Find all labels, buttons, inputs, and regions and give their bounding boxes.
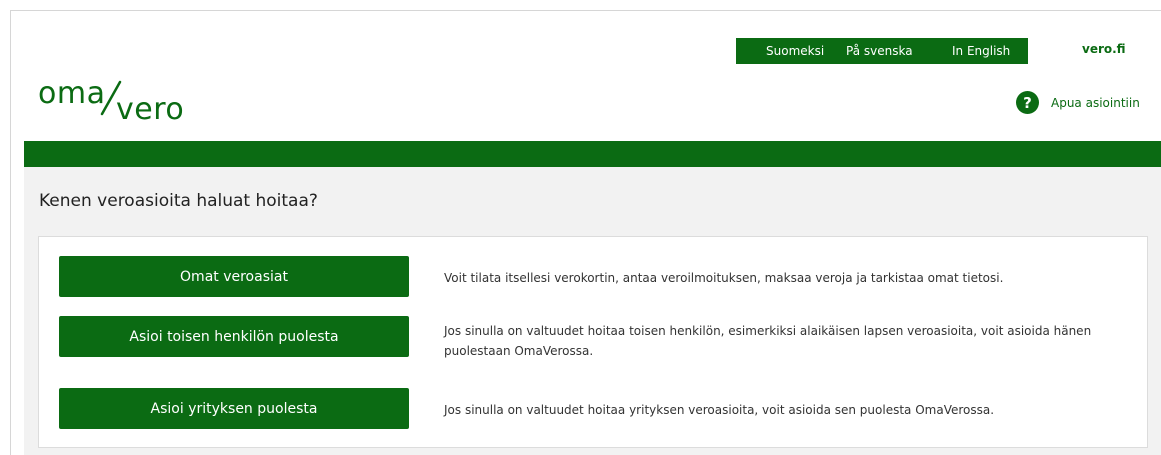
on-behalf-of-person-description: Jos sinulla on valtuudet hoitaa toisen h…: [444, 324, 1092, 358]
logo-text-vero: vero: [116, 92, 185, 127]
question-icon: ?: [1016, 91, 1039, 114]
omavero-logo[interactable]: oma vero: [38, 76, 208, 131]
on-behalf-of-person-button[interactable]: Asioi toisen henkilön puolesta: [59, 316, 409, 357]
vero-fi-link[interactable]: vero.fi: [1082, 42, 1126, 56]
language-link-finnish[interactable]: Suomeksi: [766, 44, 824, 58]
on-behalf-of-company-button[interactable]: Asioi yrityksen puolesta: [59, 388, 409, 429]
options-card: Omat veroasiat Voit tilata itsellesi ver…: [38, 236, 1148, 448]
language-link-english[interactable]: In English: [952, 44, 1010, 58]
language-bar: Suomeksi På svenska In English: [736, 38, 1028, 64]
help-link[interactable]: ? Apua asiointiin: [1016, 91, 1140, 114]
page-title: Kenen veroasioita haluat hoitaa?: [39, 191, 318, 211]
own-tax-matters-button[interactable]: Omat veroasiat: [59, 256, 409, 297]
header-green-band: [24, 141, 1161, 167]
language-link-swedish[interactable]: På svenska: [846, 44, 913, 58]
on-behalf-of-company-description: Jos sinulla on valtuudet hoitaa yritykse…: [444, 403, 995, 417]
logo-text-oma: oma: [38, 76, 106, 111]
own-tax-matters-description: Voit tilata itsellesi verokortin, antaa …: [444, 271, 1004, 285]
help-label: Apua asiointiin: [1051, 95, 1140, 110]
